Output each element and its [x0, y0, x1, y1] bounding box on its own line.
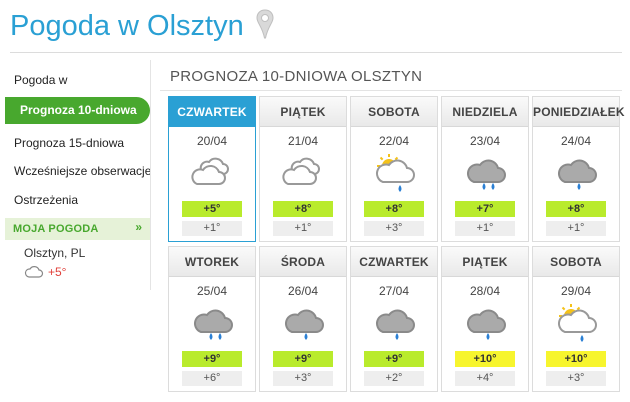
forecast-day-card[interactable]: NIEDZIELA 23/04 +7° +1°	[441, 96, 529, 242]
cloudy-icon	[191, 157, 229, 185]
min-temp-badge: +1°	[273, 221, 333, 236]
day-name: NIEDZIELA	[442, 97, 528, 127]
max-temp-badge: +8°	[364, 201, 424, 217]
moja-pogoda-toggle[interactable]: MOJA POGODA »	[5, 218, 150, 240]
sidebar-item-pogoda[interactable]: Pogoda w	[14, 73, 67, 87]
max-temp-badge: +10°	[455, 351, 515, 367]
day-date: 24/04	[560, 134, 592, 148]
cloud-rain-icon	[285, 309, 324, 340]
sidebar-item-prognoza-15[interactable]: Prognoza 15-dniowa	[14, 136, 124, 150]
cloud-rain-icon	[558, 159, 597, 190]
min-temp-badge: +4°	[455, 371, 515, 386]
max-temp-badge: +8°	[546, 201, 606, 217]
day-name: PIĄTEK	[442, 247, 528, 277]
page-title: Pogoda w Olsztyn	[10, 10, 244, 42]
min-temp-badge: +1°	[455, 221, 515, 236]
day-name: CZWARTEK	[169, 97, 255, 127]
day-date: 25/04	[196, 284, 228, 298]
min-temp-badge: +2°	[364, 371, 424, 386]
saved-city-name[interactable]: Olsztyn, PL	[24, 246, 85, 260]
max-temp-badge: +5°	[182, 201, 242, 217]
forecast-day-card[interactable]: CZWARTEK 27/04 +9° +2°	[350, 246, 438, 392]
day-name: PIĄTEK	[260, 97, 346, 127]
forecast-day-card[interactable]: SOBOTA 22/04 +8° +3°	[350, 96, 438, 242]
sun-cloud-rain-icon	[558, 304, 597, 342]
sun-cloud-rain-icon	[376, 154, 415, 192]
sidebar-item-prognoza-10[interactable]: Prognoza 10-dniowa	[5, 97, 150, 124]
forecast-day-card[interactable]: ŚRODA 26/04 +9° +3°	[259, 246, 347, 392]
day-date: 26/04	[287, 284, 319, 298]
sidebar-divider	[150, 60, 151, 290]
cloud-heavy-rain-icon	[194, 309, 233, 340]
min-temp-badge: +3°	[546, 371, 606, 386]
day-date: 27/04	[378, 284, 410, 298]
min-temp-badge: +3°	[364, 221, 424, 236]
forecast-title-divider	[160, 90, 622, 91]
forecast-title: PROGNOZA 10-DNIOWA OLSZTYN	[170, 68, 423, 85]
day-name: ŚRODA	[260, 247, 346, 277]
double-chevron-down-icon: »	[135, 220, 142, 234]
max-temp-badge: +9°	[182, 351, 242, 367]
day-date: 29/04	[560, 284, 592, 298]
cloud-rain-icon	[376, 309, 415, 340]
day-date: 20/04	[196, 134, 228, 148]
max-temp-badge: +7°	[455, 201, 515, 217]
day-date: 22/04	[378, 134, 410, 148]
min-temp-badge: +1°	[182, 221, 242, 236]
min-temp-badge: +3°	[273, 371, 333, 386]
max-temp-badge: +10°	[546, 351, 606, 367]
header-divider	[10, 52, 622, 53]
forecast-day-card[interactable]: PIĄTEK 28/04 +10° +4°	[441, 246, 529, 392]
day-name: WTOREK	[169, 247, 255, 277]
forecast-day-card[interactable]: CZWARTEK 20/04 +5° +1°	[168, 96, 256, 242]
forecast-day-card[interactable]: WTOREK 25/04 +9° +6°	[168, 246, 256, 392]
saved-city-temp: +5°	[48, 265, 67, 279]
day-name: SOBOTA	[351, 97, 437, 127]
cloud-icon	[24, 266, 44, 278]
day-name: PONIEDZIAŁEK	[533, 97, 625, 127]
max-temp-badge: +9°	[364, 351, 424, 367]
cloud-heavy-rain-icon	[467, 159, 506, 190]
max-temp-badge: +9°	[273, 351, 333, 367]
cloudy-icon	[282, 157, 320, 185]
forecast-day-card[interactable]: SOBOTA 29/04 +10° +3°	[532, 246, 620, 392]
day-name: SOBOTA	[533, 247, 619, 277]
sidebar-item-label: Prognoza 10-dniowa	[20, 103, 137, 117]
day-date: 28/04	[469, 284, 501, 298]
forecast-day-card[interactable]: PONIEDZIAŁEK 24/04 +8° +1°	[532, 96, 625, 242]
day-date: 21/04	[287, 134, 319, 148]
forecast-day-card[interactable]: PIĄTEK 21/04 +8° +1°	[259, 96, 347, 242]
min-temp-badge: +6°	[182, 371, 242, 386]
min-temp-badge: +1°	[546, 221, 606, 236]
location-pin-icon	[256, 9, 274, 39]
page-header: Pogoda w Olsztyn	[0, 0, 630, 50]
day-name: CZWARTEK	[351, 247, 437, 277]
max-temp-badge: +8°	[273, 201, 333, 217]
day-date: 23/04	[469, 134, 501, 148]
sidebar-item-obserwacje[interactable]: Wcześniejsze obserwacje	[14, 164, 151, 178]
cloud-rain-icon	[467, 309, 506, 340]
moja-pogoda-label: MOJA POGODA	[13, 223, 99, 235]
sidebar-item-ostrzezenia[interactable]: Ostrzeżenia	[14, 193, 78, 207]
